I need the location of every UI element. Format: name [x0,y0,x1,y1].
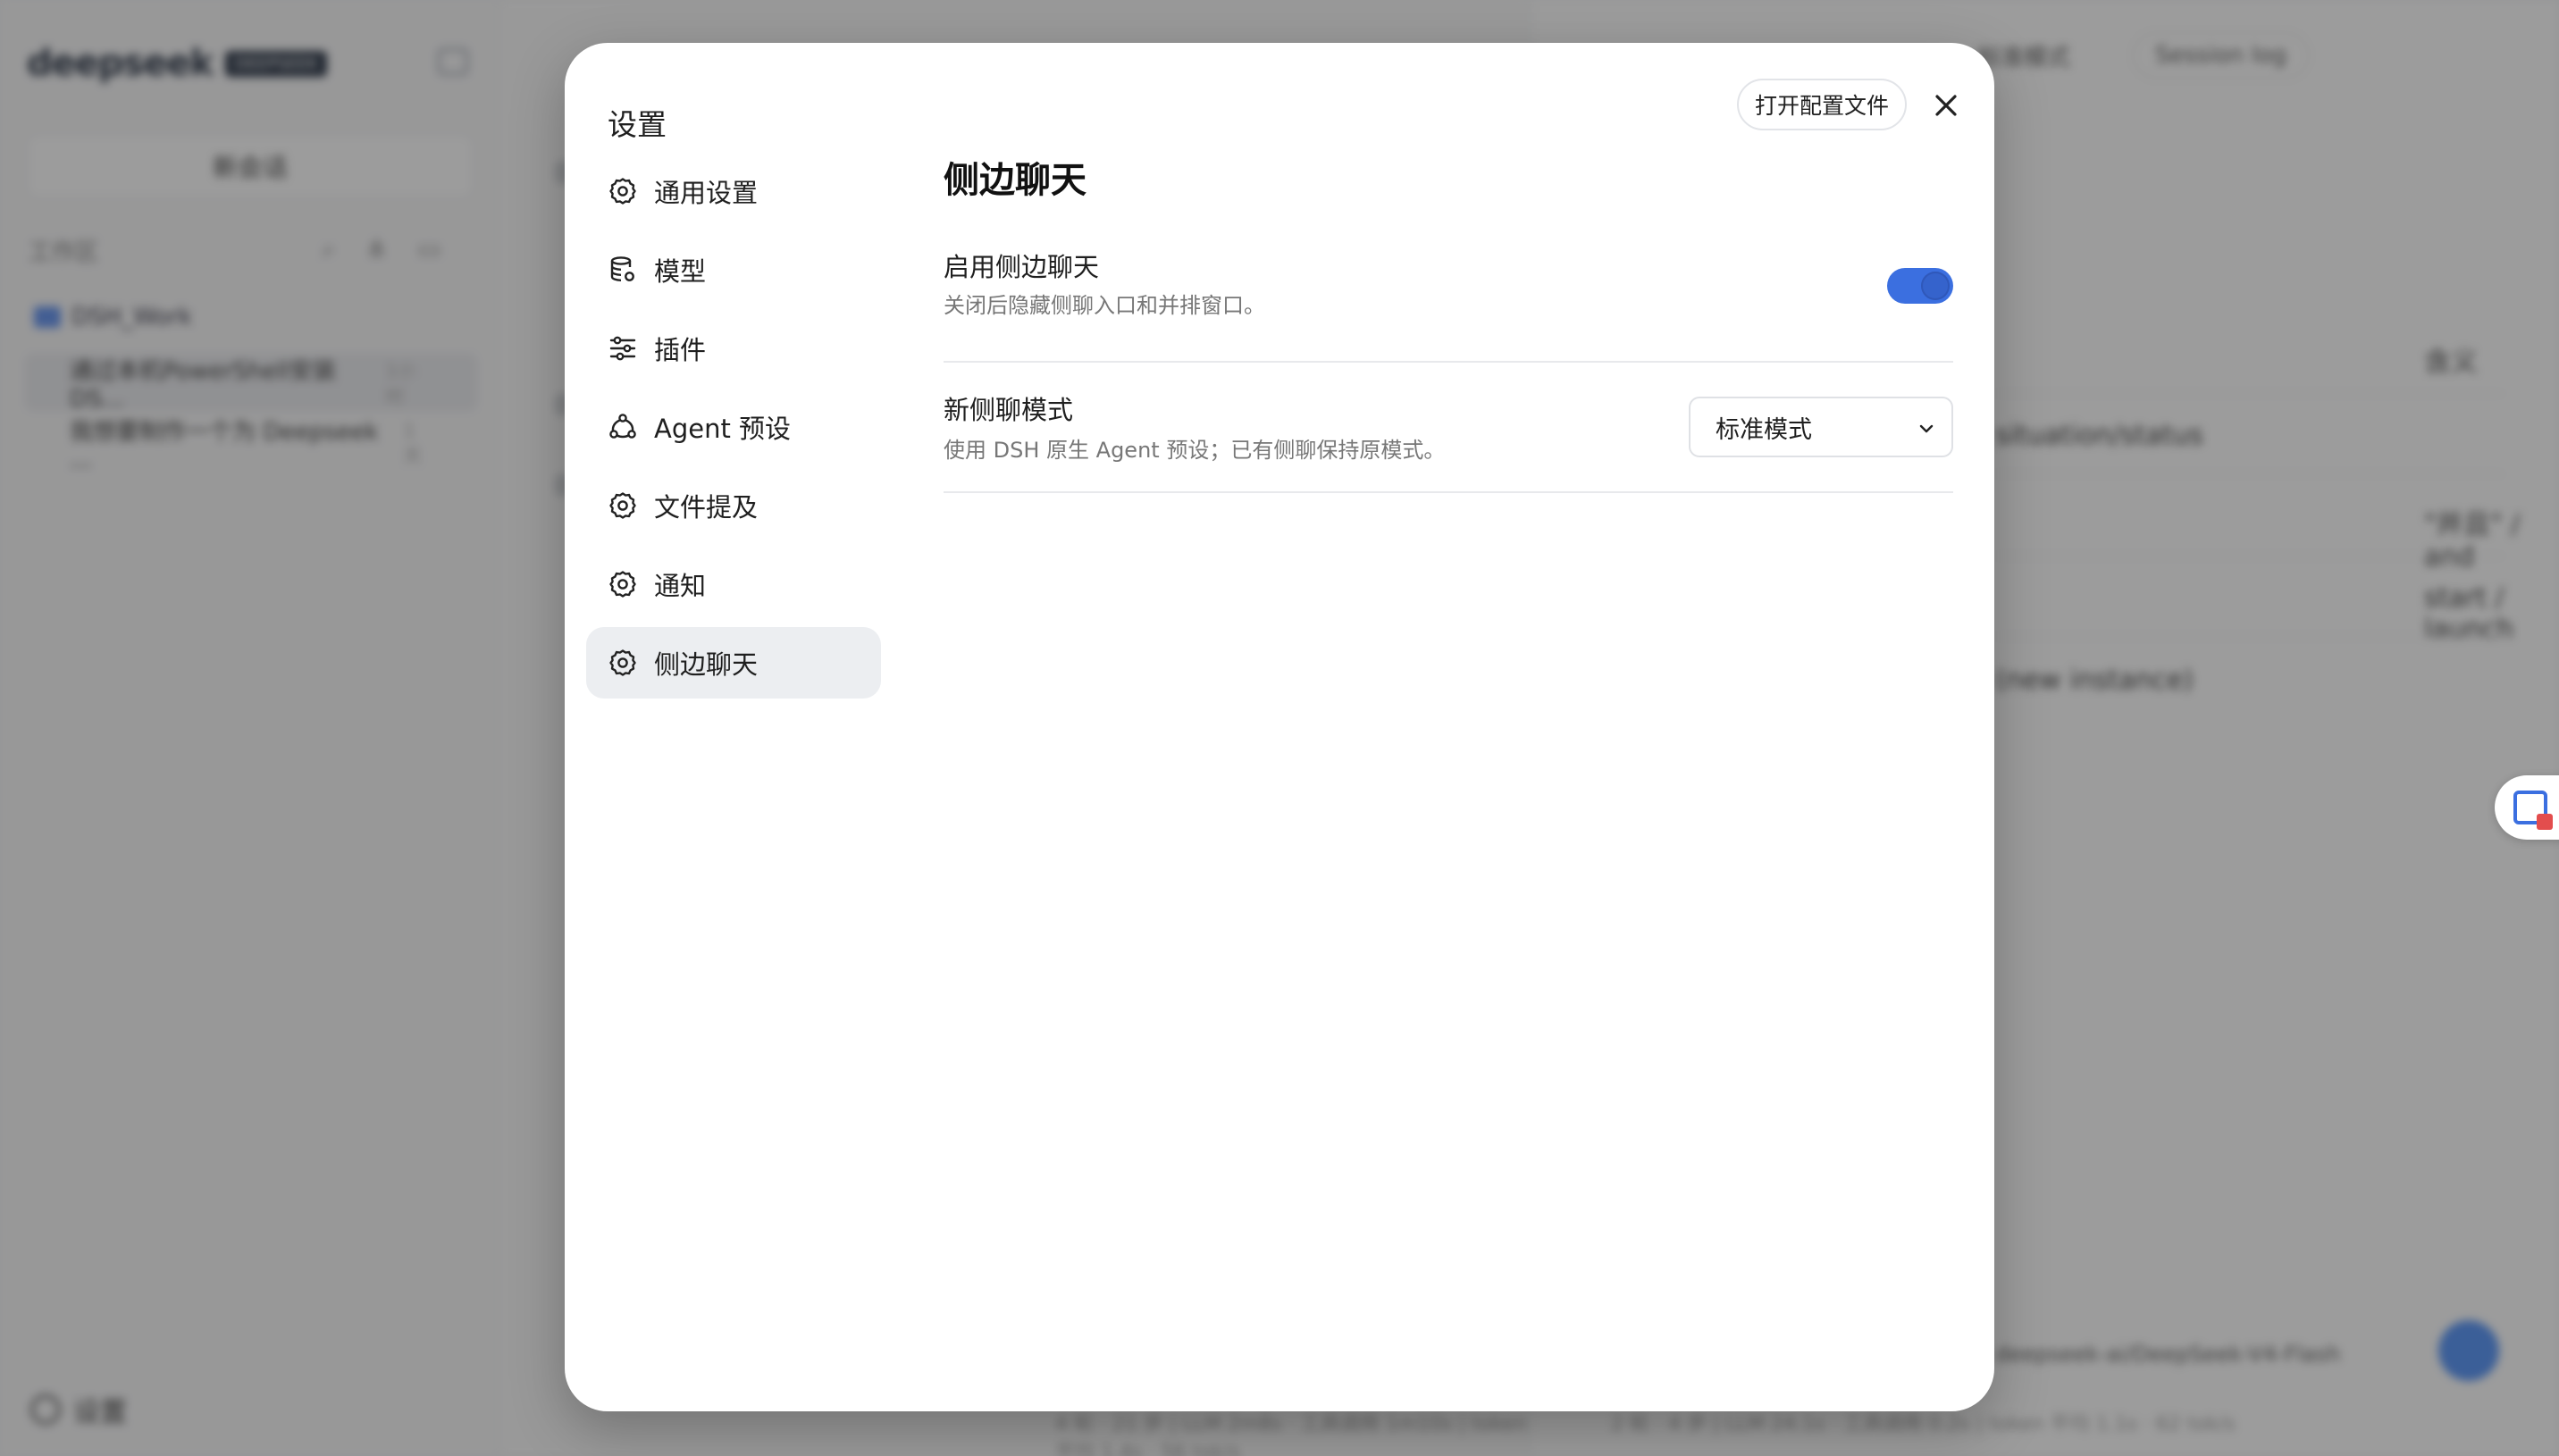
nav-item-file-mentions[interactable]: 文件提及 [586,470,881,541]
sliders-icon [608,333,638,364]
nav-item-models[interactable]: 模型 [586,234,881,305]
translate-icon [2513,791,2553,830]
translate-button[interactable] [2495,775,2559,840]
setting-description: 关闭后隐藏侧聊入口和并排窗口。 [944,293,1265,318]
app-window: deepseek DEEPSEEK 新会话 工作区 ⌕ ⋔ ▭ DSH_Work… [0,0,2559,1456]
setting-title: 新侧聊模式 [944,395,1074,425]
open-config-file-button[interactable]: 打开配置文件 [1737,79,1907,130]
gear-icon [608,569,638,599]
close-icon [1935,95,1957,116]
nav-label: Agent 预设 [654,414,792,444]
nav-label: 通知 [654,571,707,601]
settings-nav: 通用设置 模型 插件 Agent 预设 文件提及 通知 侧边聊天 [586,155,881,706]
gear-icon [608,490,638,521]
nav-label: 插件 [654,335,707,365]
settings-dialog: 设置 打开配置文件 通用设置 模型 插件 Agent 预设 文件提及 通知 侧边… [565,43,1994,1411]
nav-item-plugins[interactable]: 插件 [586,313,881,384]
setting-enable-side-chat: 启用侧边聊天 关闭后隐藏侧聊入口和并排窗口。 [944,247,1953,363]
gear-icon [608,176,638,206]
nav-item-notifications[interactable]: 通知 [586,548,881,620]
side-chat-mode-select[interactable]: 标准模式 [1689,397,1953,457]
close-button[interactable] [1925,84,1967,127]
nav-item-side-chat[interactable]: 侧边聊天 [586,627,881,699]
select-value: 标准模式 [1716,415,1812,444]
dialog-title: 设置 [608,107,667,142]
settings-content: 侧边聊天 启用侧边聊天 关闭后隐藏侧聊入口和并排窗口。 新侧聊模式 使用 DSH… [944,159,1953,493]
setting-new-side-chat-mode: 新侧聊模式 使用 DSH 原生 Agent 预设；已有侧聊保持原模式。 标准模式 [944,363,1953,493]
section-title: 侧边聊天 [944,160,1087,201]
agent-icon [608,412,638,442]
setting-description: 使用 DSH 原生 Agent 预设；已有侧聊保持原模式。 [944,438,1446,463]
database-icon [608,255,638,285]
nav-label: 模型 [654,256,707,287]
nav-label: 通用设置 [654,178,759,208]
setting-title: 启用侧边聊天 [944,252,1100,282]
nav-item-agent-presets[interactable]: Agent 预设 [586,391,881,463]
nav-label: 侧边聊天 [654,649,759,680]
toggle-knob [1921,272,1950,300]
nav-item-general[interactable]: 通用设置 [586,155,881,227]
enable-side-chat-toggle[interactable] [1887,268,1953,304]
nav-label: 文件提及 [654,492,759,523]
gear-icon [608,648,638,678]
chevron-down-icon [1919,424,1934,433]
